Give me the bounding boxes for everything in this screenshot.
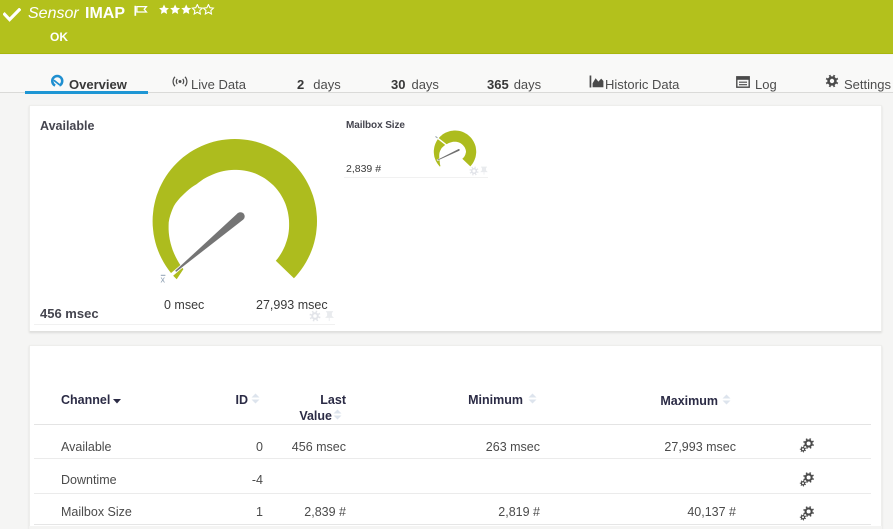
svg-text:x: x (161, 275, 166, 285)
